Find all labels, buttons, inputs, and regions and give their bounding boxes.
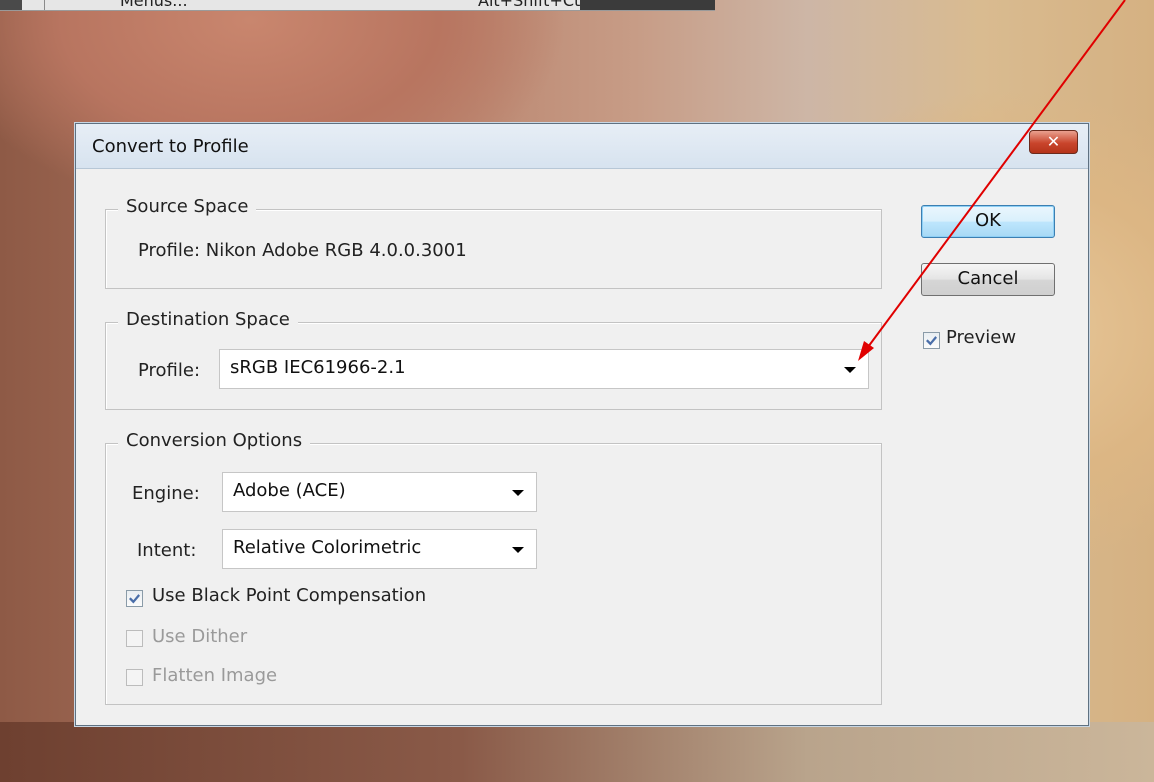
annotation-arrow-line xyxy=(867,0,1126,348)
annotation-arrow xyxy=(858,0,1126,361)
annotation-arrow-head xyxy=(858,341,874,361)
